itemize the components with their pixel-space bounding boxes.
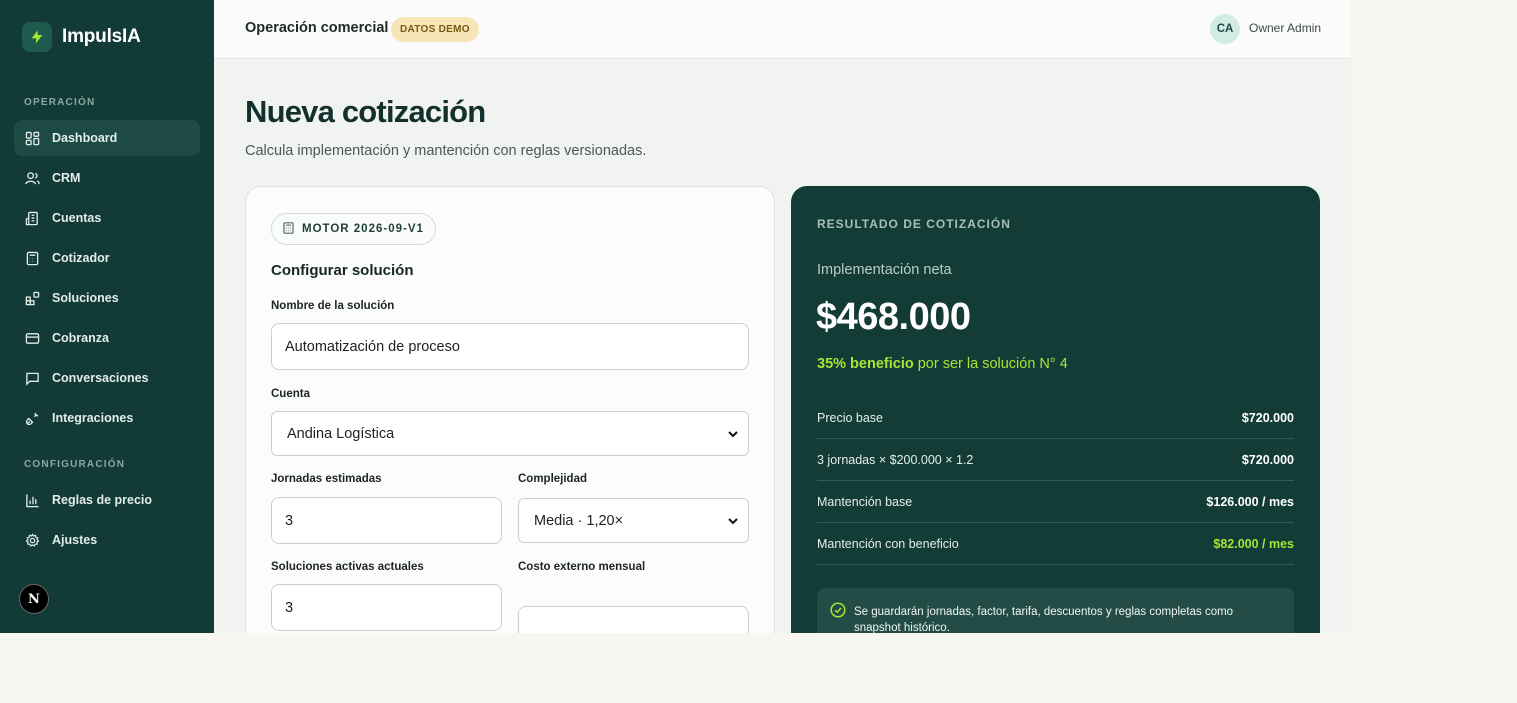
benefit-rest: por ser la solución N° 4 xyxy=(913,356,1068,372)
active-solutions-label: Soluciones activas actuales xyxy=(271,561,424,573)
sidebar-item-crm[interactable]: CRM xyxy=(14,160,200,196)
sidebar-item-label: Integraciones xyxy=(52,411,134,425)
sidebar-item-integraciones[interactable]: Integraciones xyxy=(14,400,200,436)
result-row-label: Mantención con beneficio xyxy=(817,536,959,551)
users-icon xyxy=(24,170,40,186)
dashboard-icon xyxy=(24,130,40,146)
active-solutions-input[interactable]: 3 xyxy=(271,584,502,631)
demo-data-badge: DATOS DEMO xyxy=(391,17,479,42)
topbar: Operación comercial DATOS DEMO CA Owner … xyxy=(214,0,1351,59)
result-label: RESULTADO DE COTIZACIÓN xyxy=(817,217,1011,231)
result-subtitle: Implementación neta xyxy=(817,262,952,278)
form-heading: Configurar solución xyxy=(271,262,414,279)
sidebar-item-cotizador[interactable]: Cotizador xyxy=(14,240,200,276)
result-row: Mantención base $126.000 / mes xyxy=(817,481,1294,523)
complexity-select[interactable]: Media · 1,20× xyxy=(518,498,749,543)
page-section-title: Operación comercial xyxy=(245,20,389,36)
result-row-value: $720.000 xyxy=(1241,410,1294,425)
days-label: Jornadas estimadas xyxy=(271,473,382,485)
result-row-label: Precio base xyxy=(817,410,884,425)
brand[interactable]: ImpulsIA xyxy=(22,22,141,52)
result-row-label: Mantención base xyxy=(817,494,913,509)
benefit-text: 35% beneficio por ser la solución N° 4 xyxy=(817,356,1068,372)
app-frame: ImpulsIA OPERACIÓN Dashboard CRM Cuentas xyxy=(0,0,1351,633)
active-solutions-value: 3 xyxy=(285,599,294,616)
brand-name: ImpulsIA xyxy=(62,26,141,47)
result-row-value: $82.000 / mes xyxy=(1213,536,1294,551)
net-implementation-amount: $468.000 xyxy=(816,296,971,338)
chart-bars-icon xyxy=(24,492,40,508)
sidebar-item-label: Cotizador xyxy=(52,251,110,265)
solution-name-value: Automatización de proceso xyxy=(285,338,460,355)
plug-icon xyxy=(24,410,40,426)
sidebar-item-label: Ajustes xyxy=(52,533,98,547)
external-cost-label: Costo externo mensual xyxy=(518,561,646,573)
sidebar-item-label: Cobranza xyxy=(52,331,109,345)
gear-icon xyxy=(24,532,40,548)
benefit-strong: 35% beneficio xyxy=(817,356,914,372)
sidebar-item-ajustes[interactable]: Ajustes xyxy=(14,522,200,558)
sidebar: ImpulsIA OPERACIÓN Dashboard CRM Cuentas xyxy=(0,0,214,633)
result-row-label: 3 jornadas × $200.000 × 1.2 xyxy=(817,452,974,467)
sidebar-item-soluciones[interactable]: Soluciones xyxy=(14,280,200,316)
result-row: 3 jornadas × $200.000 × 1.2 $720.000 xyxy=(817,439,1294,481)
external-cost-input[interactable] xyxy=(518,606,749,633)
chevron-down-icon xyxy=(728,431,738,438)
section-label-operacion: OPERACIÓN xyxy=(24,97,96,108)
engine-version-label: MOTOR 2026-09-V1 xyxy=(302,223,424,235)
sidebar-item-label: Cuentas xyxy=(52,211,102,225)
result-row: Precio base $720.000 xyxy=(817,397,1294,439)
page-subtitle: Calcula implementación y mantención con … xyxy=(245,143,647,159)
account-value: Andina Logística xyxy=(287,425,395,442)
result-row-value: $720.000 xyxy=(1241,452,1294,467)
blocks-icon xyxy=(24,290,40,306)
account-select[interactable]: Andina Logística xyxy=(271,411,749,456)
bolt-icon xyxy=(22,22,52,52)
quote-form-card: MOTOR 2026-09-V1 Configurar solución Nom… xyxy=(245,186,775,633)
building-icon xyxy=(24,210,40,226)
complexity-label: Complejidad xyxy=(518,473,588,485)
chat-icon xyxy=(24,370,40,386)
complexity-value: Media · 1,20× xyxy=(534,512,624,529)
framework-badge[interactable]: N xyxy=(19,584,49,614)
days-value: 3 xyxy=(285,512,294,529)
sidebar-item-label: Reglas de precio xyxy=(52,493,153,507)
credit-card-icon xyxy=(24,330,40,346)
result-row: Mantención con beneficio $82.000 / mes xyxy=(817,523,1294,565)
sidebar-item-label: Conversaciones xyxy=(52,371,149,385)
sidebar-item-cuentas[interactable]: Cuentas xyxy=(14,200,200,236)
result-row-value: $126.000 / mes xyxy=(1206,494,1294,509)
user-name[interactable]: Owner Admin xyxy=(1249,21,1321,35)
sidebar-item-label: CRM xyxy=(52,171,81,185)
chevron-down-icon xyxy=(728,518,738,525)
solution-name-input[interactable]: Automatización de proceso xyxy=(271,323,749,370)
page-title: Nueva cotización xyxy=(245,94,486,129)
snapshot-note-text: Se guardarán jornadas, factor, tarifa, d… xyxy=(854,606,1234,633)
sidebar-item-dashboard[interactable]: Dashboard xyxy=(14,120,200,156)
account-label: Cuenta xyxy=(271,388,310,400)
engine-version-pill: MOTOR 2026-09-V1 xyxy=(271,213,436,245)
snapshot-note: Se guardarán jornadas, factor, tarifa, d… xyxy=(817,588,1294,633)
solution-name-label: Nombre de la solución xyxy=(271,300,395,312)
sidebar-item-conversaciones[interactable]: Conversaciones xyxy=(14,360,200,396)
calculator-icon xyxy=(283,221,294,237)
quote-result-card: RESULTADO DE COTIZACIÓN Implementación n… xyxy=(791,186,1320,633)
avatar[interactable]: CA xyxy=(1210,14,1240,44)
sidebar-item-label: Soluciones xyxy=(52,291,119,305)
sidebar-item-cobranza[interactable]: Cobranza xyxy=(14,320,200,356)
section-label-configuracion: CONFIGURACIÓN xyxy=(24,459,126,470)
days-input[interactable]: 3 xyxy=(271,497,502,544)
sidebar-item-label: Dashboard xyxy=(52,131,118,145)
check-circle-icon xyxy=(830,602,846,618)
calculator-icon xyxy=(24,250,40,266)
sidebar-item-reglas-de-precio[interactable]: Reglas de precio xyxy=(14,482,200,518)
